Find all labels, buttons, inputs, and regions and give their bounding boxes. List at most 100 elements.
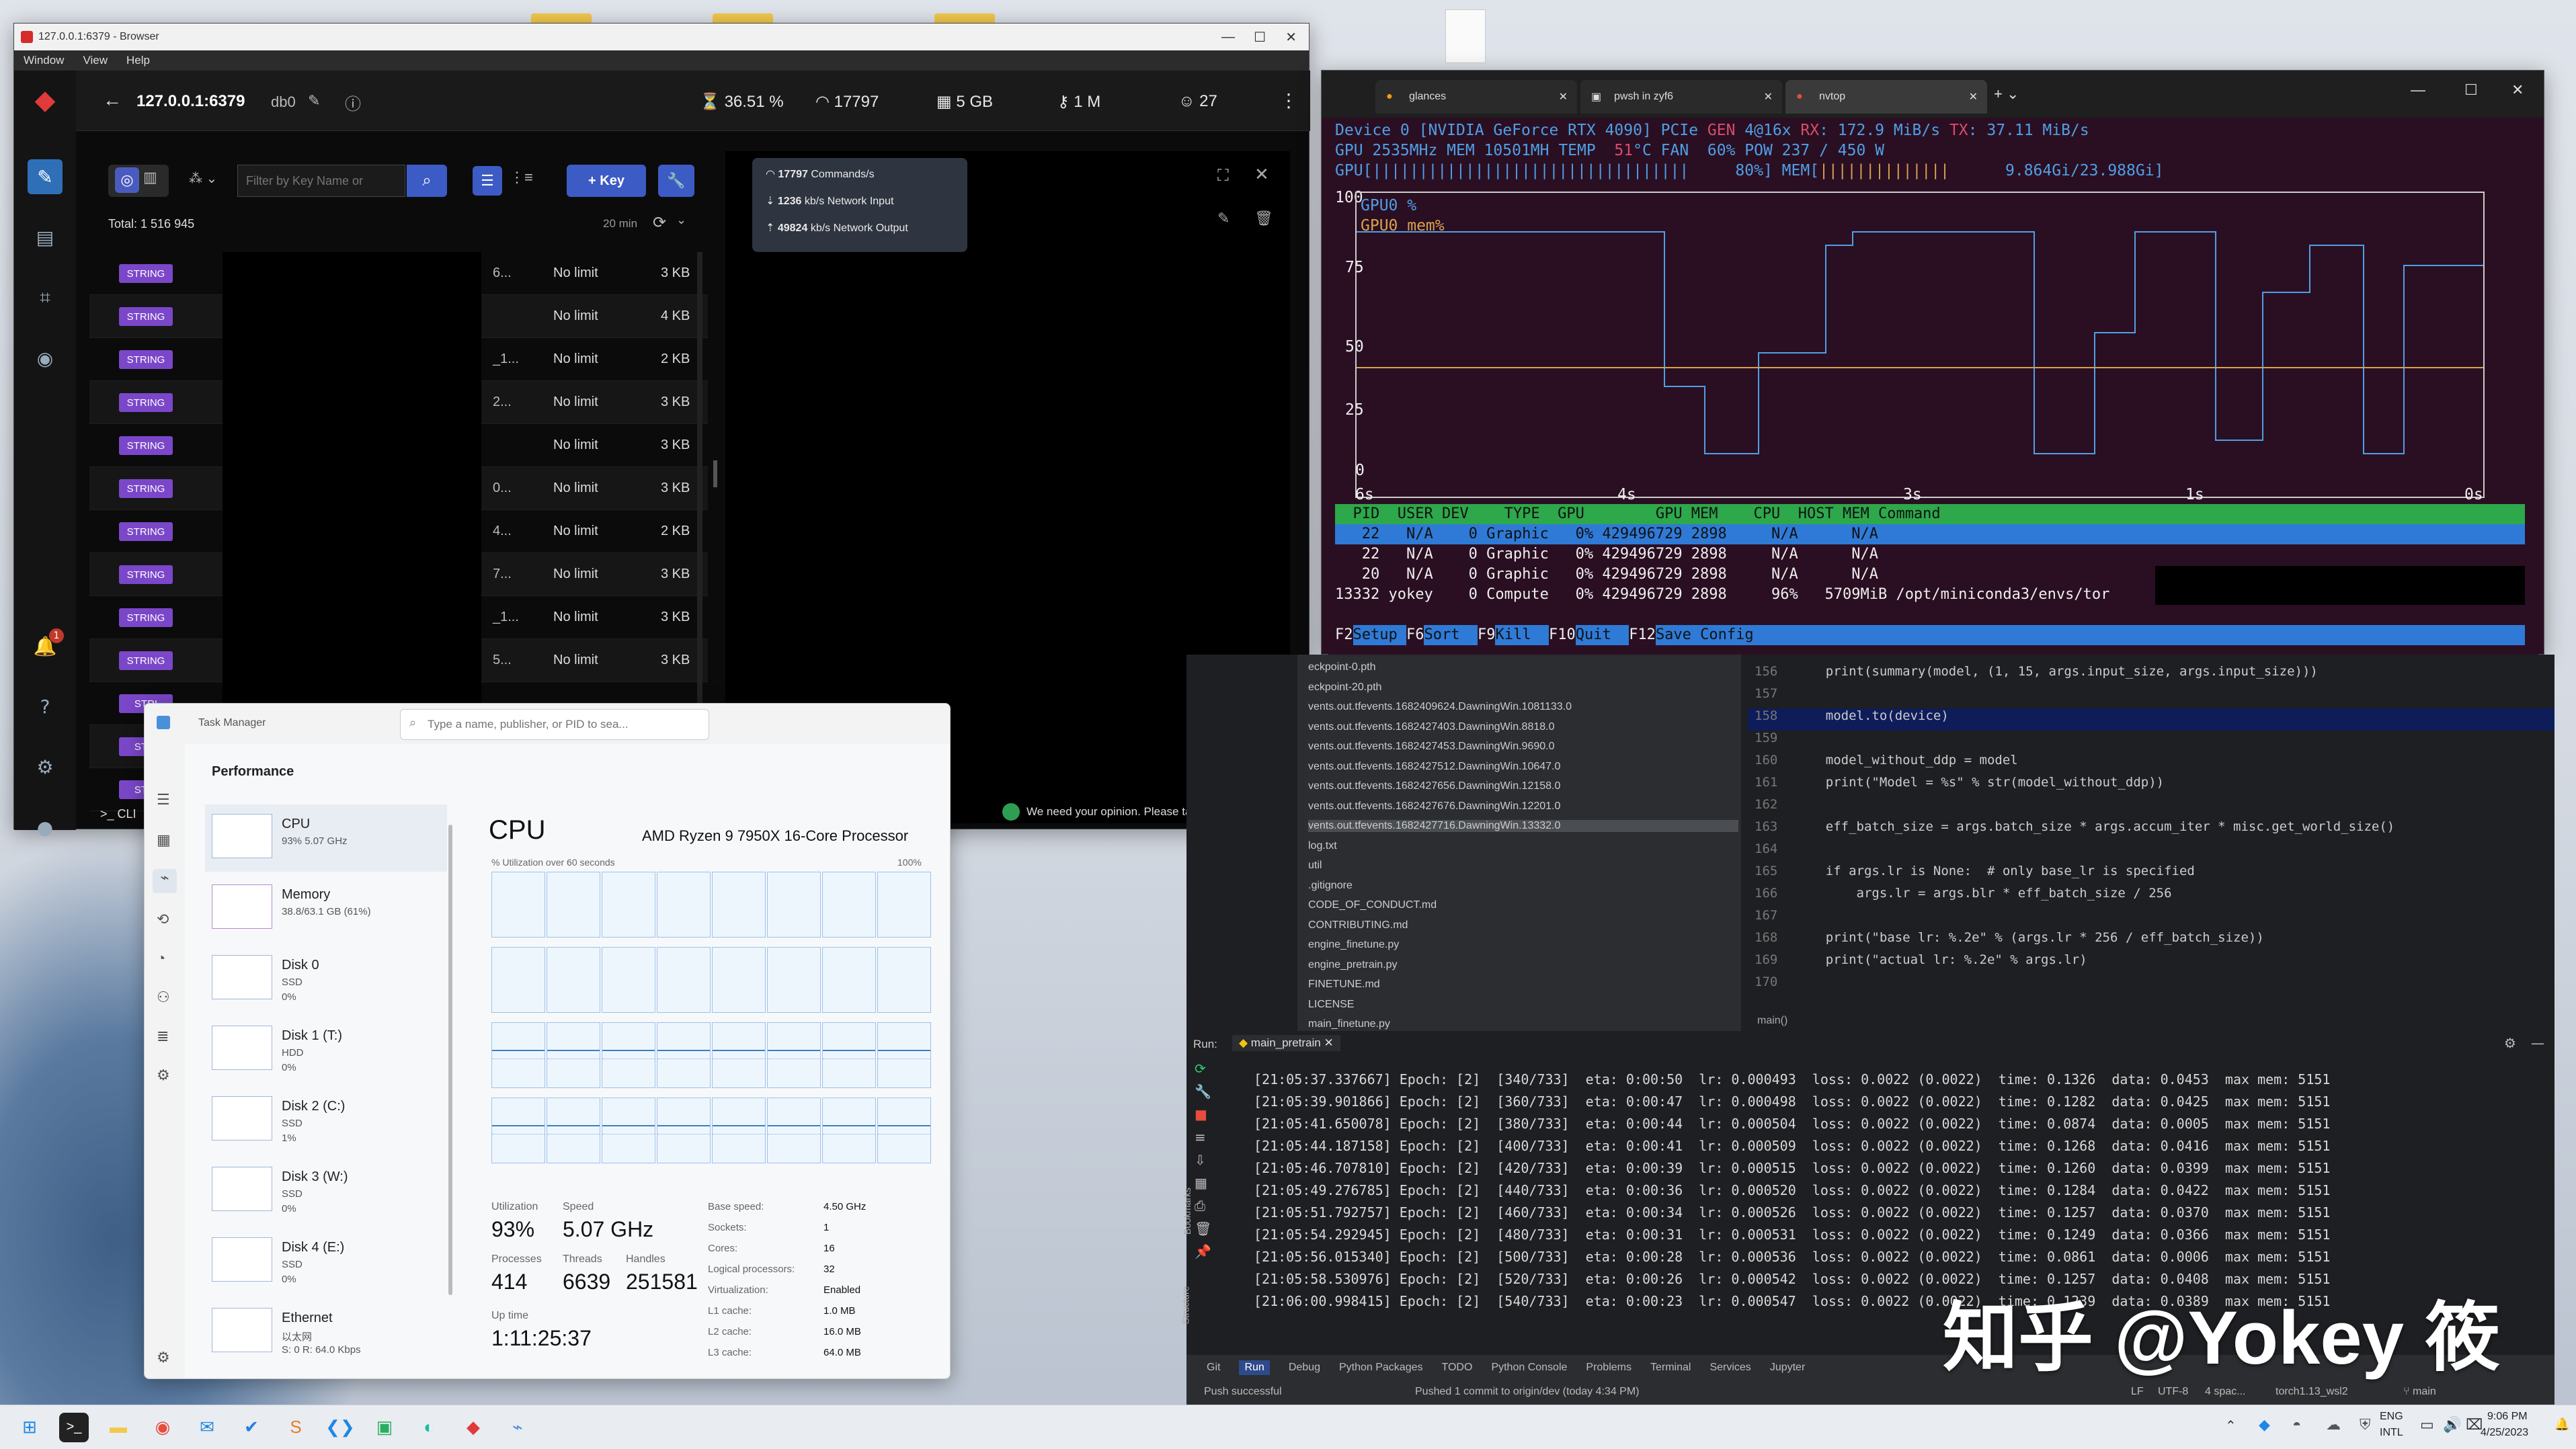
tm-search-input[interactable] bbox=[400, 709, 709, 740]
tree-item[interactable]: .gitignore bbox=[1308, 880, 1353, 892]
tree-item[interactable]: engine_pretrain.py bbox=[1308, 959, 1398, 971]
panel-resize-handle[interactable] bbox=[713, 460, 717, 487]
status-interpreter[interactable]: torch1.13_wsl2 bbox=[2276, 1386, 2348, 1398]
close-button[interactable]: ✕ bbox=[1285, 29, 1297, 46]
pubsub-icon[interactable]: ◉ bbox=[28, 341, 63, 376]
tool-tab-services[interactable]: Services bbox=[1709, 1362, 1750, 1374]
tree-mode-icon[interactable]: ⋮≡ bbox=[510, 169, 533, 186]
search-button[interactable]: ⌕ bbox=[407, 165, 447, 197]
tree-view-icon[interactable]: ▥ bbox=[143, 169, 157, 186]
tab-pwsh[interactable]: ▣ pwsh in zyf6 ✕ bbox=[1580, 80, 1782, 114]
commands-stat[interactable]: ◠ 17797 bbox=[815, 92, 879, 112]
tree-item[interactable]: engine_finetune.py bbox=[1308, 939, 1399, 951]
minimize-button[interactable]: — bbox=[1221, 30, 1235, 45]
tray-cloud-icon[interactable]: ☁ bbox=[2326, 1416, 2341, 1434]
clock-date[interactable]: 4/25/2023 bbox=[2481, 1427, 2528, 1439]
notifications-icon[interactable]: 🔔 bbox=[2554, 1417, 2569, 1432]
sublime-icon[interactable]: S bbox=[281, 1413, 311, 1442]
close-tab-icon[interactable]: ✕ bbox=[1764, 90, 1773, 104]
users-icon[interactable]: ⚇ bbox=[157, 989, 170, 1006]
tools-wrench-icon[interactable]: 🔧 bbox=[658, 165, 694, 197]
edit-value-icon[interactable]: ✎ bbox=[1217, 210, 1230, 227]
run-tab-main-pretrain[interactable]: ◆ main_pretrain ✕ bbox=[1232, 1035, 1340, 1051]
close-panel-icon[interactable]: ✕ bbox=[1254, 165, 1269, 185]
tool-tab-terminal[interactable]: Terminal bbox=[1650, 1362, 1691, 1374]
app-history-icon[interactable]: ⟲ bbox=[157, 911, 169, 928]
tree-item[interactable]: util bbox=[1308, 860, 1322, 872]
tree-item[interactable]: log.txt bbox=[1308, 840, 1337, 852]
fullscreen-icon[interactable]: ⛶ bbox=[1217, 166, 1229, 185]
chrome-icon[interactable]: ◉ bbox=[148, 1413, 177, 1442]
tree-item[interactable]: vents.out.tfevents.1682427716.DawningWin… bbox=[1308, 820, 1738, 832]
back-arrow-icon[interactable]: ← bbox=[103, 89, 122, 111]
tree-item[interactable]: vents.out.tfevents.1682427676.DawningWin… bbox=[1308, 800, 1560, 813]
edge-icon[interactable]: ◐ bbox=[414, 1413, 444, 1442]
fkey-save-config[interactable]: F12 Save Config bbox=[1629, 625, 1754, 645]
volume-icon[interactable]: 🔊 bbox=[2443, 1416, 2461, 1434]
mail-icon[interactable]: ✉ bbox=[192, 1413, 222, 1442]
code-editor[interactable]: 156 print(summary(model, (1, 15, args.in… bbox=[1748, 655, 2554, 1031]
hamburger-menu-icon[interactable]: ☰ bbox=[157, 791, 170, 809]
edit-db-icon[interactable]: ✎ bbox=[308, 92, 320, 110]
minimize-button[interactable]: — bbox=[2411, 81, 2425, 99]
rerun-icon[interactable]: ⟳ bbox=[1195, 1061, 1221, 1083]
tree-item[interactable]: CONTRIBUTING.md bbox=[1308, 919, 1408, 932]
perf-item-gpu-0[interactable]: GPU 0 bbox=[205, 1369, 447, 1378]
soft-wrap-icon[interactable]: ≡ bbox=[1195, 1129, 1221, 1152]
close-tab-icon[interactable]: ✕ bbox=[1969, 90, 1978, 104]
list-mode-icon[interactable]: ☰ bbox=[473, 166, 502, 196]
tree-item[interactable]: vents.out.tfevents.1682427403.DawningWin… bbox=[1308, 721, 1554, 733]
terminal-app-icon[interactable]: >_ bbox=[59, 1412, 89, 1442]
cli-button[interactable]: >_ CLI bbox=[100, 807, 136, 821]
perf-item-disk-4-e-[interactable]: Disk 4 (E:) SSD 0% bbox=[205, 1228, 447, 1295]
workbench-icon[interactable]: ▤ bbox=[28, 220, 63, 255]
close-button[interactable]: ✕ bbox=[2511, 81, 2524, 99]
tool-tab-run[interactable]: Run bbox=[1239, 1360, 1270, 1375]
add-key-button[interactable]: + Key bbox=[567, 165, 646, 197]
tree-item[interactable]: vents.out.tfevents.1682427453.DawningWin… bbox=[1308, 741, 1554, 753]
process-row[interactable]: 22 N/A 0 Graphic 0% 429496729 2898 N/A N… bbox=[1335, 544, 2525, 565]
fkey-kill[interactable]: F9 Kill bbox=[1477, 625, 1549, 645]
scroll-end-icon[interactable]: ⇩ bbox=[1195, 1152, 1221, 1175]
tree-item[interactable]: vents.out.tfevents.1682427512.DawningWin… bbox=[1308, 761, 1560, 773]
print-icon[interactable]: ⎙ bbox=[1195, 1198, 1221, 1220]
new-tab-button[interactable]: + ⌄ bbox=[1994, 85, 2019, 103]
process-row-selected[interactable]: 22 N/A 0 Graphic 0% 429496729 2898 N/A N… bbox=[1335, 524, 2525, 544]
tool-tab-jupyter[interactable]: Jupyter bbox=[1770, 1362, 1805, 1374]
tray-defender-icon[interactable]: ⛨ bbox=[2360, 1416, 2371, 1434]
tab-glances[interactable]: ● glances ✕ bbox=[1375, 80, 1577, 114]
key-type-filter[interactable]: ⁂ ⌄ bbox=[189, 170, 217, 187]
fkey-sort[interactable]: F6 Sort bbox=[1406, 625, 1478, 645]
perf-list-scrollbar[interactable] bbox=[448, 825, 452, 1295]
status-indent[interactable]: 4 spac... bbox=[2205, 1386, 2245, 1398]
fkey-setup[interactable]: F2 Setup bbox=[1335, 625, 1406, 645]
vscode-icon[interactable]: ❮❯ bbox=[325, 1413, 355, 1442]
list-view-icon[interactable]: ◎ bbox=[115, 167, 139, 193]
maximize-button[interactable]: ☐ bbox=[1254, 29, 1266, 46]
trash-icon[interactable]: 🗑 bbox=[1195, 1220, 1221, 1243]
delete-icon[interactable]: 🗑 bbox=[1254, 210, 1273, 227]
github-icon[interactable]: ● bbox=[28, 810, 63, 845]
status-branch[interactable]: ⑂ main bbox=[2403, 1386, 2436, 1398]
status-line-ending[interactable]: LF bbox=[2131, 1386, 2144, 1398]
tool-tab-problems[interactable]: Problems bbox=[1586, 1362, 1632, 1374]
refresh-dropdown-icon[interactable]: ⌄ bbox=[676, 213, 686, 227]
menu-help[interactable]: Help bbox=[126, 54, 150, 67]
run-settings-gear-icon[interactable]: ⚙ bbox=[2504, 1035, 2516, 1051]
tree-item[interactable]: vents.out.tfevents.1682409624.DawningWin… bbox=[1308, 701, 1572, 713]
perf-item-disk-2-c-[interactable]: Disk 2 (C:) SSD 1% bbox=[205, 1087, 447, 1154]
refresh-icon[interactable]: ⟳ bbox=[653, 213, 666, 232]
maximize-button[interactable]: ☐ bbox=[2464, 81, 2478, 99]
layout-icon[interactable]: ▦ bbox=[1195, 1175, 1221, 1198]
language-indicator[interactable]: ENG bbox=[2380, 1411, 2403, 1423]
help-icon[interactable]: ? bbox=[28, 689, 63, 724]
perf-item-cpu[interactable]: CPU 93% 5.07 GHz bbox=[205, 804, 447, 872]
menu-window[interactable]: Window bbox=[24, 54, 64, 67]
tree-item[interactable]: LICENSE bbox=[1308, 999, 1354, 1011]
tool-tab-python-packages[interactable]: Python Packages bbox=[1339, 1362, 1423, 1374]
tree-item[interactable]: FINETUNE.md bbox=[1308, 979, 1380, 991]
run-minimize-icon[interactable]: — bbox=[2531, 1035, 2544, 1051]
status-encoding[interactable]: UTF-8 bbox=[2158, 1386, 2188, 1398]
desktop-file-icon[interactable] bbox=[1445, 9, 1486, 63]
perf-item-ethernet[interactable]: Ethernet 以太网 S: 0 R: 64.0 Kbps bbox=[205, 1298, 447, 1366]
